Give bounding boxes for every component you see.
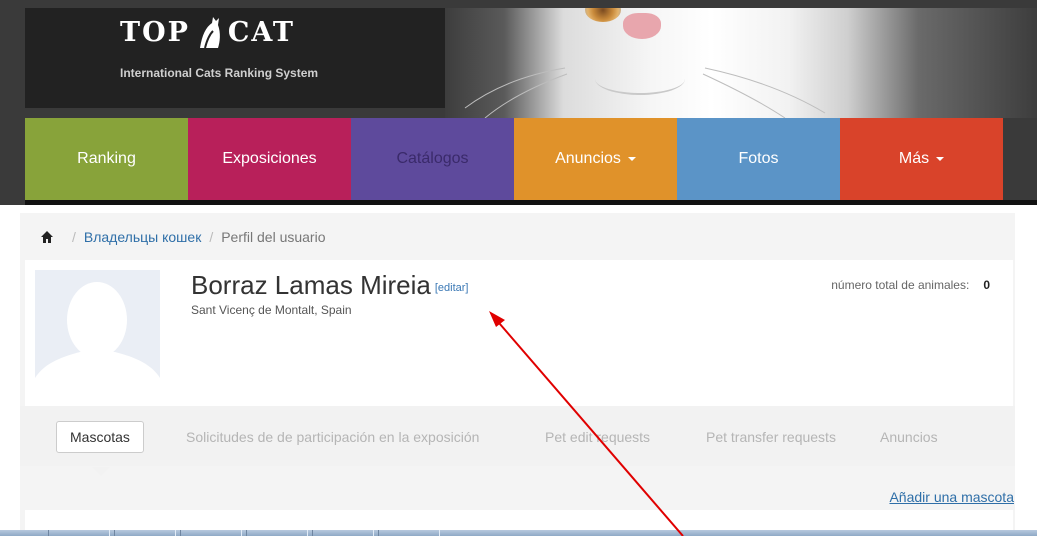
cat-whiskers-graphic — [464, 67, 826, 118]
logo-wordmark: TOP CAT — [120, 12, 295, 52]
animals-count-label: número total de animales: — [831, 278, 970, 292]
nav-item-label: Fotos — [738, 150, 779, 167]
logo-word-top: TOP — [120, 16, 190, 48]
add-pet-link[interactable]: Añadir una mascota — [889, 489, 1014, 505]
nav-item-fotos[interactable]: Fotos — [677, 118, 840, 200]
taskbar-button[interactable] — [180, 530, 242, 536]
profile-tabs: Mascotas Solicitudes de de participación… — [20, 406, 1015, 466]
taskbar-button[interactable] — [312, 530, 374, 536]
edit-profile-link[interactable]: [editar] — [435, 282, 469, 294]
user-location: Sant Vicenç de Montalt, Spain — [191, 303, 352, 317]
nav-item-mas[interactable]: Más — [840, 118, 1003, 200]
user-silhouette-icon — [35, 270, 160, 388]
breadcrumb-current: Perfil del usuario — [221, 229, 326, 245]
nav-divider — [25, 200, 1037, 205]
nav-item-ranking[interactable]: Ranking — [25, 118, 188, 200]
nav-item-anuncios[interactable]: Anuncios — [514, 118, 677, 200]
home-icon[interactable] — [40, 230, 54, 244]
taskbar-button[interactable] — [246, 530, 308, 536]
nav-item-catalogos[interactable]: Catálogos — [351, 118, 514, 200]
avatar — [35, 270, 160, 388]
nav-item-label: Más — [898, 150, 930, 167]
tab-exhibition-requests[interactable]: Solicitudes de de participación en la ex… — [186, 422, 479, 452]
cat-silhouette-icon — [199, 17, 220, 49]
animals-count: número total de animales: 0 — [831, 278, 990, 292]
cat-banner-image — [445, 8, 1037, 118]
logo-word-cat: CAT — [227, 16, 295, 48]
main-nav: Ranking Exposiciones Catálogos Anuncios … — [25, 118, 1003, 200]
tab-pet-edit-requests[interactable]: Pet edit requests — [545, 422, 650, 452]
caret-down-icon — [627, 157, 636, 161]
taskbar — [0, 530, 1037, 536]
tab-anuncios[interactable]: Anuncios — [880, 422, 938, 452]
nav-item-label: Exposiciones — [222, 150, 317, 167]
nav-item-exposiciones[interactable]: Exposiciones — [188, 118, 351, 200]
breadcrumb: / Владельцы кошек / Perfil del usuario — [40, 228, 326, 246]
site-logo[interactable]: TOP CAT International Cats Ranking Syste… — [25, 8, 445, 108]
nav-item-label: Catálogos — [396, 150, 469, 167]
user-name-heading: Borraz Lamas Mireia [editar] — [191, 270, 469, 301]
user-name: Borraz Lamas Mireia — [191, 270, 431, 300]
breadcrumb-link-cat-owners[interactable]: Владельцы кошек — [84, 229, 201, 245]
active-tab-pointer — [92, 467, 110, 476]
tab-pet-transfer-requests[interactable]: Pet transfer requests — [706, 422, 836, 452]
taskbar-button[interactable] — [378, 530, 440, 536]
caret-down-icon — [936, 157, 945, 161]
taskbar-button[interactable] — [114, 530, 176, 536]
breadcrumb-separator: / — [209, 229, 214, 245]
tab-mascotas[interactable]: Mascotas — [56, 421, 144, 453]
breadcrumb-separator: / — [72, 229, 76, 245]
nav-item-label: Ranking — [77, 150, 136, 167]
taskbar-button[interactable] — [48, 530, 110, 536]
nav-item-label: Anuncios — [555, 150, 621, 167]
animals-count-value: 0 — [983, 278, 990, 292]
logo-subtitle: International Cats Ranking System — [120, 66, 319, 80]
profile-card: Borraz Lamas Mireia [editar] Sant Vicenç … — [25, 260, 1013, 406]
